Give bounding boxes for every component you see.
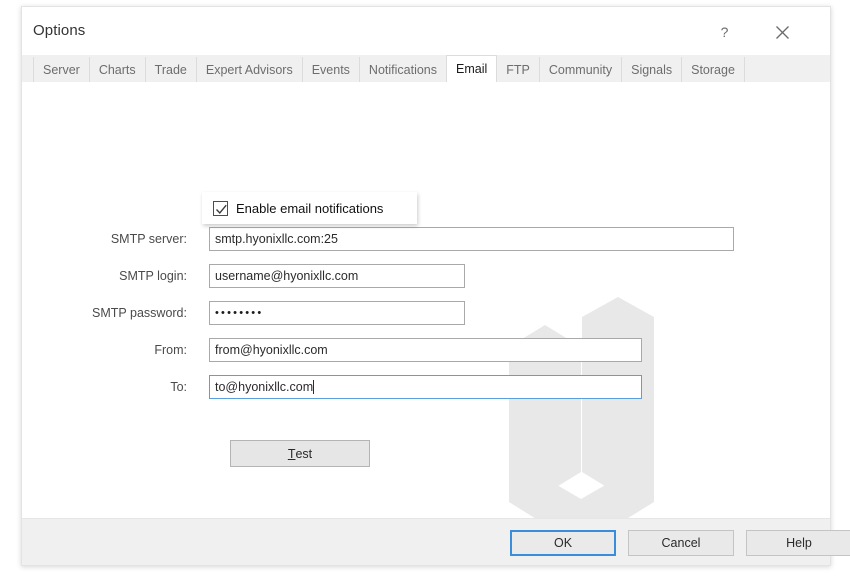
dialog-footer: OK Cancel Help: [22, 518, 850, 565]
text-caret: [313, 380, 315, 394]
help-icon[interactable]: ?: [704, 17, 744, 47]
test-button-accelerator: T: [287, 446, 296, 461]
tab-label: Signals: [631, 62, 673, 77]
enable-email-notifications-label: Enable email notifications: [236, 200, 384, 216]
smtp-server-input[interactable]: smtp.hyonixllc.com:25: [209, 227, 734, 251]
tab-ftp[interactable]: FTP: [496, 57, 540, 82]
options-dialog: Options ? Server Charts Trade Expert Adv…: [21, 6, 850, 566]
to-label: To:: [170, 380, 187, 394]
tab-label: Server: [43, 62, 80, 77]
enable-email-notifications-panel: Enable email notifications: [202, 192, 417, 224]
dialog-title: Options: [33, 22, 86, 39]
tab-label: Email: [456, 62, 488, 76]
smtp-login-row: SMTP login: username@hyonixllc.com: [22, 261, 830, 293]
smtp-password-input[interactable]: ••••••••: [209, 301, 465, 325]
svg-text:?: ?: [720, 25, 728, 40]
from-label: From:: [154, 343, 187, 357]
smtp-login-label: SMTP login:: [119, 269, 187, 283]
tab-label: Expert Advisors: [205, 62, 293, 77]
tab-label: Community: [548, 62, 613, 77]
tab-events[interactable]: Events: [301, 57, 360, 82]
smtp-password-value: ••••••••: [215, 307, 264, 319]
email-settings-form: SMTP server: smtp.hyonixllc.com:25 SMTP …: [22, 224, 830, 409]
test-button-label-rest: est: [295, 446, 313, 461]
test-button[interactable]: Test: [230, 440, 370, 467]
smtp-password-row: SMTP password: ••••••••: [22, 298, 830, 330]
tab-label: Charts: [98, 62, 136, 77]
help-button[interactable]: Help: [746, 530, 850, 556]
smtp-login-input[interactable]: username@hyonixllc.com: [209, 264, 465, 288]
tab-storage[interactable]: Storage: [681, 57, 745, 82]
to-value: to@hyonixllc.com: [215, 380, 314, 394]
smtp-server-label: SMTP server:: [110, 232, 187, 246]
to-row: To: to@hyonixllc.com: [22, 372, 830, 404]
tab-charts[interactable]: Charts: [88, 57, 146, 82]
email-settings-pane: Enable email notifications SMTP server: …: [22, 81, 830, 518]
enable-email-notifications-checkbox[interactable]: [213, 200, 228, 216]
tab-email[interactable]: Email: [446, 55, 498, 82]
tab-signals[interactable]: Signals: [621, 57, 683, 82]
tab-community[interactable]: Community: [538, 57, 623, 82]
cancel-button[interactable]: Cancel: [628, 530, 734, 556]
checkmark-icon: [215, 204, 227, 214]
smtp-password-label: SMTP password:: [92, 306, 187, 320]
tab-label: FTP: [506, 62, 530, 77]
tab-label: Storage: [691, 62, 735, 77]
tab-label: Events: [311, 62, 350, 77]
tab-expert-advisors[interactable]: Expert Advisors: [195, 57, 303, 82]
tab-trade[interactable]: Trade: [144, 57, 197, 82]
dialog-titlebar: Options ?: [22, 7, 830, 55]
from-value: from@hyonixllc.com: [215, 343, 328, 357]
tab-label: Trade: [154, 62, 187, 77]
screen: Options ? Server Charts Trade Expert Adv…: [0, 0, 850, 578]
from-row: From: from@hyonixllc.com: [22, 335, 830, 367]
ok-button[interactable]: OK: [510, 530, 616, 556]
tab-notifications[interactable]: Notifications: [358, 57, 448, 82]
options-tab-strip: Server Charts Trade Expert Advisors Even…: [22, 55, 830, 82]
to-input[interactable]: to@hyonixllc.com: [209, 375, 642, 399]
close-icon[interactable]: [762, 17, 802, 47]
smtp-server-row: SMTP server: smtp.hyonixllc.com:25: [22, 224, 830, 256]
tab-server[interactable]: Server: [33, 57, 90, 82]
smtp-server-value: smtp.hyonixllc.com:25: [215, 232, 338, 246]
smtp-login-value: username@hyonixllc.com: [215, 269, 359, 283]
from-input[interactable]: from@hyonixllc.com: [209, 338, 642, 362]
tab-label: Notifications: [368, 62, 438, 77]
